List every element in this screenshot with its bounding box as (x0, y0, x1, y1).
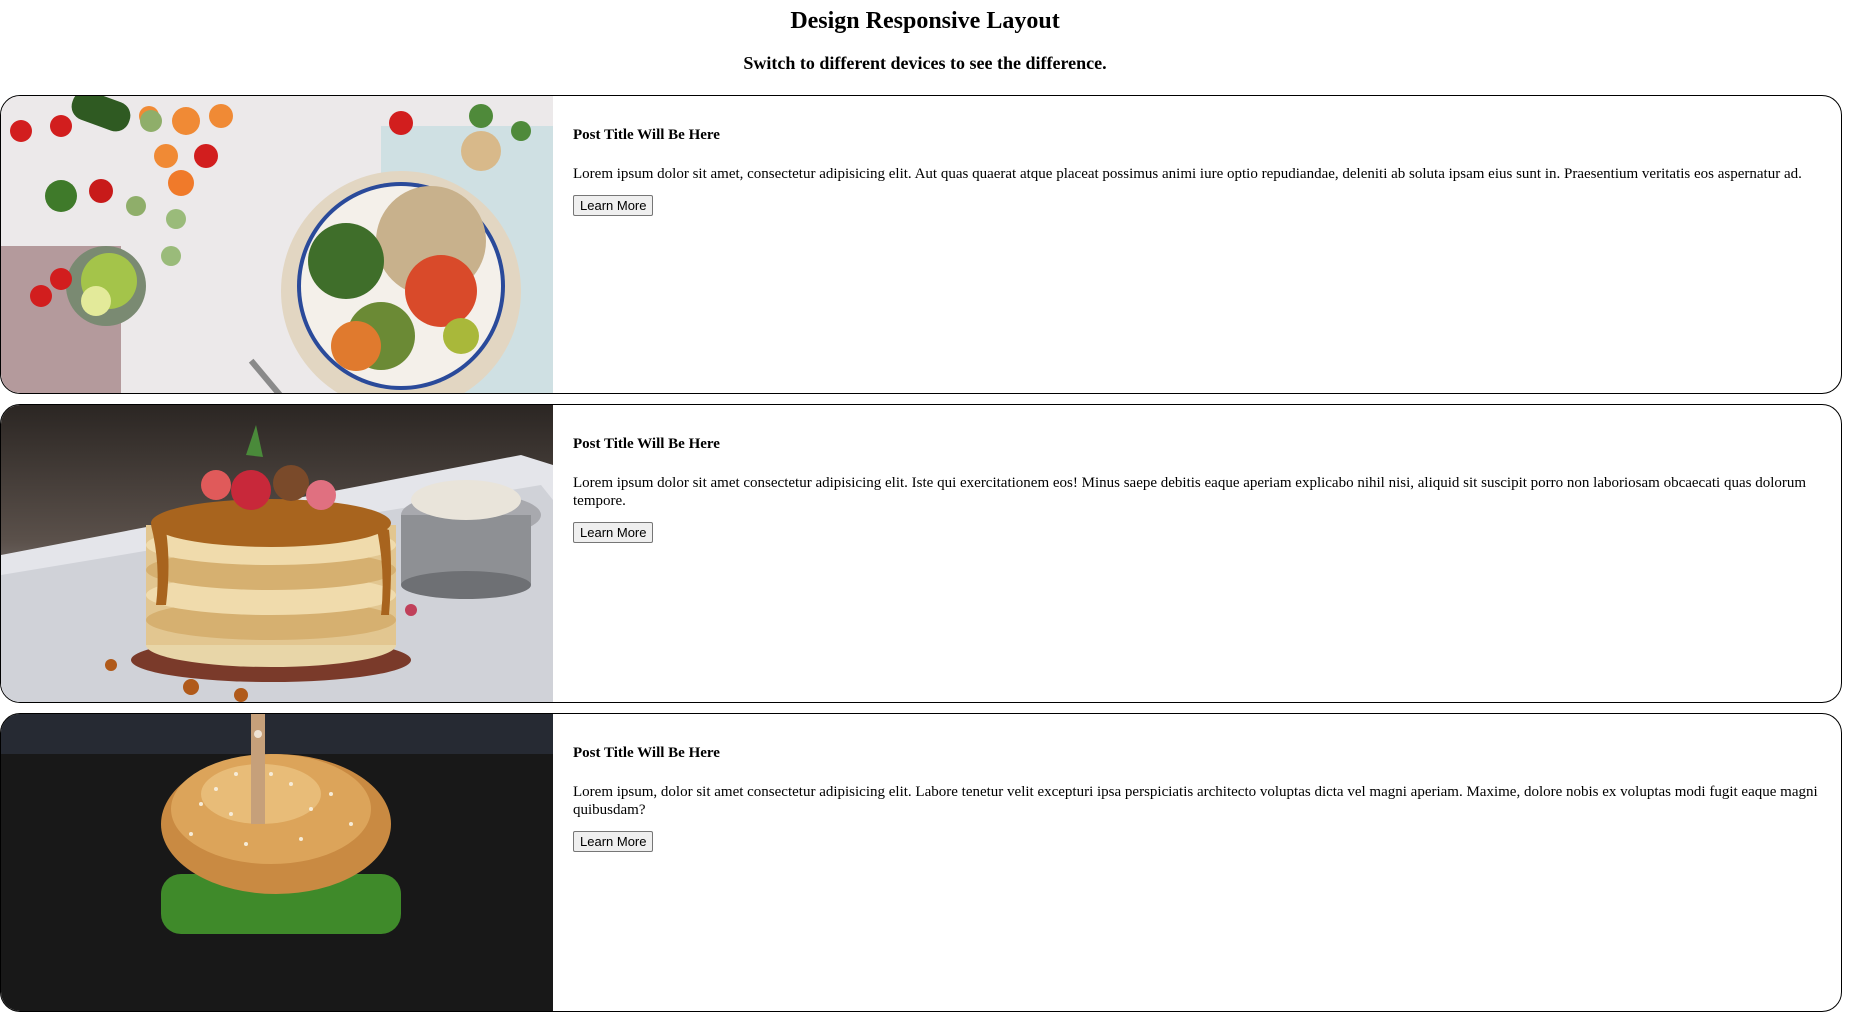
burger-photo (1, 714, 553, 1011)
post-content: Post Title Will Be Here Lorem ipsum dolo… (553, 405, 1841, 702)
post-title: Post Title Will Be Here (573, 127, 720, 143)
post-excerpt: Lorem ipsum dolor sit amet, consectetur … (573, 166, 1802, 182)
post-content: Post Title Will Be Here Lorem ipsum, dol… (553, 714, 1841, 1011)
learn-more-button[interactable]: Learn More (573, 831, 654, 852)
post-title: Post Title Will Be Here (573, 745, 720, 761)
post-card: Post Title Will Be Here Lorem ipsum, dol… (0, 713, 1842, 1012)
page-title: Design Responsive Layout (790, 8, 1060, 34)
post-title: Post Title Will Be Here (573, 436, 720, 452)
post-excerpt: Lorem ipsum dolor sit amet consectetur a… (573, 475, 1807, 509)
vegetable-bowl-photo (1, 96, 553, 393)
learn-more-button[interactable]: Learn More (573, 195, 654, 216)
post-card: Post Title Will Be Here Lorem ipsum dolo… (0, 404, 1842, 703)
learn-more-button[interactable]: Learn More (573, 522, 654, 543)
post-list: Post Title Will Be Here Lorem ipsum dolo… (0, 95, 1842, 1022)
post-content: Post Title Will Be Here Lorem ipsum dolo… (553, 96, 1841, 393)
post-excerpt: Lorem ipsum, dolor sit amet consectetur … (573, 784, 1818, 818)
page-header: Design Responsive Layout Switch to diffe… (0, 0, 1850, 74)
pancake-stack-photo (1, 405, 553, 702)
post-card: Post Title Will Be Here Lorem ipsum dolo… (0, 95, 1842, 394)
page-subtitle: Switch to different devices to see the d… (743, 53, 1107, 73)
